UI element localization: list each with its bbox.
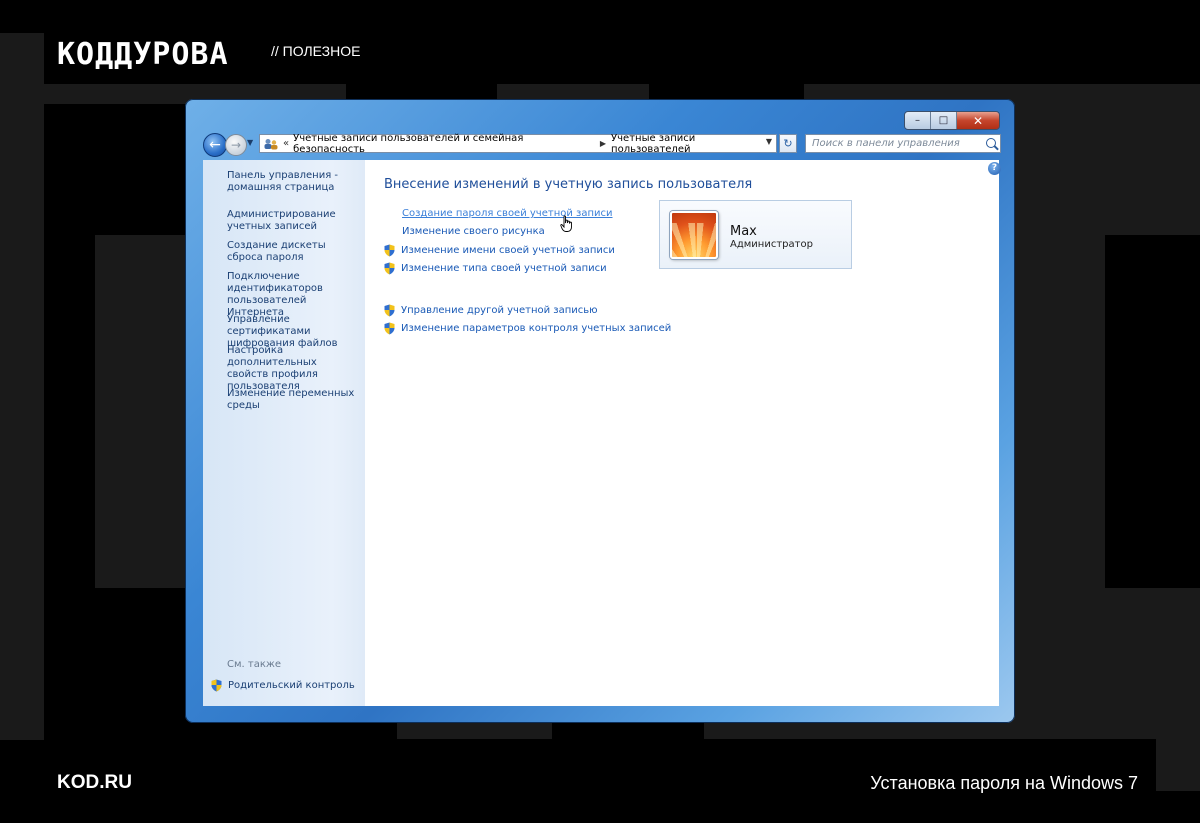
sidebar-item-control-panel-home[interactable]: Панель управления - домашняя страница bbox=[227, 170, 359, 194]
minimize-icon[interactable]: – bbox=[905, 112, 931, 129]
task-change-account-type-label: Изменение типа своей учетной записи bbox=[401, 262, 607, 274]
user-role: Администратор bbox=[730, 239, 813, 250]
address-dropdown-icon[interactable]: ▼ bbox=[766, 137, 772, 146]
task-manage-another-account-label: Управление другой учетной записью bbox=[401, 304, 598, 316]
uac-shield-icon bbox=[211, 679, 222, 692]
user-avatar bbox=[670, 211, 718, 259]
user-name: Max bbox=[730, 224, 757, 239]
parental-control-label: Родительский контроль bbox=[228, 680, 355, 691]
uac-shield-icon bbox=[384, 244, 395, 257]
user-account-card: Max Администратор bbox=[659, 200, 852, 269]
task-change-uac-settings-label: Изменение параметров контроля учетных за… bbox=[401, 322, 672, 334]
brand-logo: КОДДУРОВА bbox=[57, 37, 229, 72]
control-panel-users-icon bbox=[264, 138, 278, 150]
content-area: Панель управления - домашняя страница Ад… bbox=[203, 160, 1001, 706]
sidebar-item-advanced-profile-properties[interactable]: Настройка дополнительных свойств профиля… bbox=[227, 345, 359, 393]
sidebar-item-online-ids[interactable]: Подключение идентификаторов пользователе… bbox=[227, 271, 359, 319]
breadcrumb-user-accounts-family-safety[interactable]: Учетные записи пользователей и семейная … bbox=[293, 133, 595, 155]
task-change-account-name-label: Изменение имени своей учетной записи bbox=[401, 244, 615, 256]
footer-site: KOD.RU bbox=[57, 772, 132, 793]
back-arrow-icon[interactable]: ← bbox=[203, 133, 227, 157]
uac-shield-icon bbox=[384, 304, 395, 317]
footer-article-title: Установка пароля на Windows 7 bbox=[870, 773, 1138, 793]
bg-block-bottomright bbox=[1156, 739, 1200, 791]
breadcrumb-user-accounts[interactable]: Учетные записи пользователей bbox=[611, 133, 776, 155]
brand-tagline: // ПОЛЕЗНОЕ bbox=[271, 43, 361, 59]
window-frame: – □ ✕ ← → ▼ « Учетные записи пользовател… bbox=[185, 99, 1015, 723]
history-dropdown-icon[interactable]: ▼ bbox=[247, 138, 253, 147]
task-change-account-type[interactable]: Изменение типа своей учетной записи bbox=[384, 262, 607, 275]
help-icon[interactable]: ? bbox=[988, 162, 1001, 175]
uac-shield-icon bbox=[384, 262, 395, 275]
address-bar[interactable]: « Учетные записи пользователей и семейна… bbox=[259, 133, 777, 155]
task-sidebar: Панель управления - домашняя страница Ад… bbox=[203, 160, 365, 706]
bg-block-left bbox=[0, 33, 44, 740]
forward-arrow-icon[interactable]: → bbox=[225, 134, 247, 156]
address-overflow-chevron[interactable]: « bbox=[283, 138, 289, 149]
hand-cursor-icon bbox=[560, 215, 574, 233]
search-icon[interactable] bbox=[986, 138, 996, 148]
sidebar-item-environment-variables[interactable]: Изменение переменных среды bbox=[227, 388, 359, 412]
navigation-bar: ← → ▼ « Учетные записи пользователей и с… bbox=[203, 133, 1003, 157]
close-icon[interactable]: ✕ bbox=[957, 112, 999, 129]
task-change-uac-settings[interactable]: Изменение параметров контроля учетных за… bbox=[384, 322, 671, 335]
task-change-account-name[interactable]: Изменение имени своей учетной записи bbox=[384, 244, 615, 257]
refresh-icon[interactable]: ↻ bbox=[779, 134, 797, 153]
bg-gap-right bbox=[1105, 235, 1200, 588]
window-inner: – □ ✕ ← → ▼ « Учетные записи пользовател… bbox=[197, 107, 1003, 711]
breadcrumb-separator-icon[interactable]: ▶ bbox=[600, 139, 606, 148]
search-input[interactable]: Поиск в панели управления bbox=[805, 134, 1001, 153]
task-create-password[interactable]: Создание пароля своей учетной записи bbox=[402, 208, 613, 220]
caption-buttons: – □ ✕ bbox=[904, 111, 1000, 130]
uac-shield-icon bbox=[384, 322, 395, 335]
sidebar-item-password-reset-disk[interactable]: Создание дискеты сброса пароля bbox=[227, 240, 359, 264]
search-placeholder: Поиск в панели управления bbox=[812, 138, 960, 149]
page-title: Внесение изменений в учетную запись поль… bbox=[384, 177, 753, 192]
sidebar-item-account-administration[interactable]: Администрирование учетных записей bbox=[227, 209, 359, 233]
sidebar-item-parental-control[interactable]: Родительский контроль bbox=[211, 679, 355, 692]
maximize-icon[interactable]: □ bbox=[931, 112, 957, 129]
task-manage-another-account[interactable]: Управление другой учетной записью bbox=[384, 304, 598, 317]
see-also-label: См. также bbox=[227, 659, 282, 670]
task-change-picture[interactable]: Изменение своего рисунка bbox=[402, 226, 545, 238]
